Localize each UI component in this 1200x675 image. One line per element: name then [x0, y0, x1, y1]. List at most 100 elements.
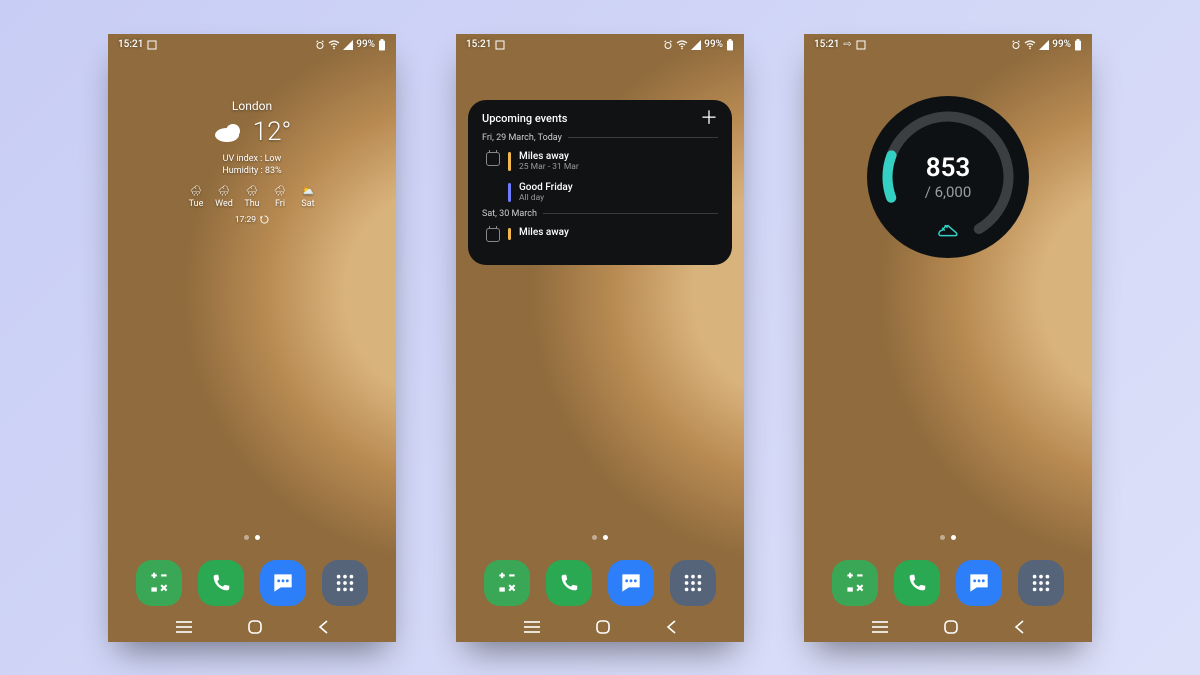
forecast-day: ⛅Sat	[296, 186, 320, 209]
dock	[456, 560, 744, 606]
forecast-day: 🌧Tue	[184, 186, 208, 209]
messages-app-icon[interactable]	[608, 560, 654, 606]
weather-main: 12°	[108, 117, 396, 147]
forecast-day: 🌧Thu	[240, 186, 264, 209]
page-indicator[interactable]	[108, 535, 396, 540]
battery-percent: 99%	[356, 39, 375, 50]
alarm-icon	[1011, 40, 1021, 50]
phone-screenshot-steps: 15:21 ⇨ 99% 853 / 6,000	[804, 34, 1092, 642]
back-button[interactable]	[317, 619, 329, 635]
steps-count: 853	[926, 153, 971, 183]
battery-icon	[378, 39, 386, 51]
weather-humidity: Humidity : 83%	[108, 165, 396, 178]
event-subtitle: All day	[519, 193, 573, 203]
recents-button[interactable]	[523, 620, 541, 634]
calendar-day-icon	[486, 152, 500, 166]
page-indicator[interactable]	[804, 535, 1092, 540]
navigation-bar	[456, 612, 744, 642]
signal-icon	[1039, 40, 1049, 50]
battery-percent: 99%	[704, 39, 723, 50]
back-button[interactable]	[665, 619, 677, 635]
status-bar: 15:21 99%	[456, 34, 744, 56]
status-icons: 99%	[1011, 39, 1082, 51]
event-color-bar	[508, 183, 511, 202]
alarm-icon	[663, 40, 673, 50]
calculator-app-icon[interactable]	[484, 560, 530, 606]
signal-icon	[343, 40, 353, 50]
status-bar: 15:21 ⇨ 99%	[804, 34, 1092, 56]
phone-screenshot-calendar: 15:21 99% Upcoming events ＋ Fri, 29 Marc…	[456, 34, 744, 642]
navigation-bar	[108, 612, 396, 642]
battery-percent: 99%	[1052, 39, 1071, 50]
weather-uv: UV index : Low	[108, 153, 396, 166]
weather-widget[interactable]: London 12° UV index : Low Humidity : 83%…	[108, 99, 396, 225]
wifi-icon	[328, 40, 340, 50]
event-title: Miles away	[519, 151, 579, 162]
navigation-bar	[804, 612, 1092, 642]
dock	[804, 560, 1092, 606]
add-event-button[interactable]: ＋	[700, 114, 718, 123]
weather-updated: 17:29	[108, 215, 396, 225]
event-subtitle: 25 Mar - 31 Mar	[519, 162, 579, 172]
status-bar: 15:21 99%	[108, 34, 396, 56]
event-color-bar	[508, 228, 511, 240]
calendar-date-header: Fri, 29 March, Today	[482, 133, 718, 143]
calendar-event[interactable]: Good Friday All day	[482, 178, 718, 209]
back-button[interactable]	[1013, 619, 1025, 635]
recents-button[interactable]	[175, 620, 193, 634]
calendar-event[interactable]: Miles away 25 Mar - 31 Mar	[482, 147, 718, 178]
status-time: 15:21	[466, 39, 491, 50]
phone-app-icon[interactable]	[198, 560, 244, 606]
page-indicator[interactable]	[456, 535, 744, 540]
calendar-date-header: Sat, 30 March	[482, 209, 718, 219]
shoe-icon	[937, 222, 959, 240]
apps-drawer-icon[interactable]	[670, 560, 716, 606]
battery-icon	[1074, 39, 1082, 51]
dock	[108, 560, 396, 606]
steps-goal: / 6,000	[925, 183, 972, 201]
wifi-icon	[1024, 40, 1036, 50]
phone-app-icon[interactable]	[546, 560, 592, 606]
rain-icon: 🌧	[274, 186, 287, 197]
refresh-icon	[260, 215, 269, 224]
calendar-event[interactable]: Miles away	[482, 223, 718, 247]
recents-button[interactable]	[871, 620, 889, 634]
calculator-app-icon[interactable]	[832, 560, 878, 606]
calendar-day-icon	[486, 228, 500, 242]
forecast-day: 🌧Wed	[212, 186, 236, 209]
phone-app-icon[interactable]	[894, 560, 940, 606]
phone-screenshot-weather: 15:21 99% London 12° UV index : Low Humi…	[108, 34, 396, 642]
status-icons: 99%	[663, 39, 734, 51]
status-time: 15:21	[814, 39, 839, 50]
status-extra-icon: ⇨	[843, 39, 851, 50]
screenshot-icon	[147, 40, 157, 50]
home-button[interactable]	[595, 619, 611, 635]
wifi-icon	[676, 40, 688, 50]
apps-drawer-icon[interactable]	[1018, 560, 1064, 606]
forecast-day: 🌧Fri	[268, 186, 292, 209]
event-color-bar	[508, 152, 511, 171]
calendar-widget[interactable]: Upcoming events ＋ Fri, 29 March, Today M…	[468, 100, 732, 265]
status-time: 15:21	[118, 39, 143, 50]
apps-drawer-icon[interactable]	[322, 560, 368, 606]
home-button[interactable]	[247, 619, 263, 635]
alarm-icon	[315, 40, 325, 50]
calculator-app-icon[interactable]	[136, 560, 182, 606]
messages-app-icon[interactable]	[260, 560, 306, 606]
battery-icon	[726, 39, 734, 51]
messages-app-icon[interactable]	[956, 560, 1002, 606]
weather-details: UV index : Low Humidity : 83%	[108, 153, 396, 178]
partly-cloudy-icon: ⛅	[302, 186, 314, 197]
home-button[interactable]	[943, 619, 959, 635]
calendar-title: Upcoming events	[482, 112, 567, 125]
steps-widget[interactable]: 853 / 6,000	[867, 96, 1029, 258]
event-title: Good Friday	[519, 182, 573, 193]
weather-forecast: 🌧Tue 🌧Wed 🌧Thu 🌧Fri ⛅Sat	[108, 186, 396, 209]
screenshot-icon	[495, 40, 505, 50]
screenshot-icon	[856, 40, 866, 50]
cloud-icon	[213, 121, 245, 143]
rain-icon: 🌧	[218, 186, 231, 197]
signal-icon	[691, 40, 701, 50]
rain-icon: 🌧	[190, 186, 203, 197]
weather-temp: 12°	[253, 117, 292, 147]
